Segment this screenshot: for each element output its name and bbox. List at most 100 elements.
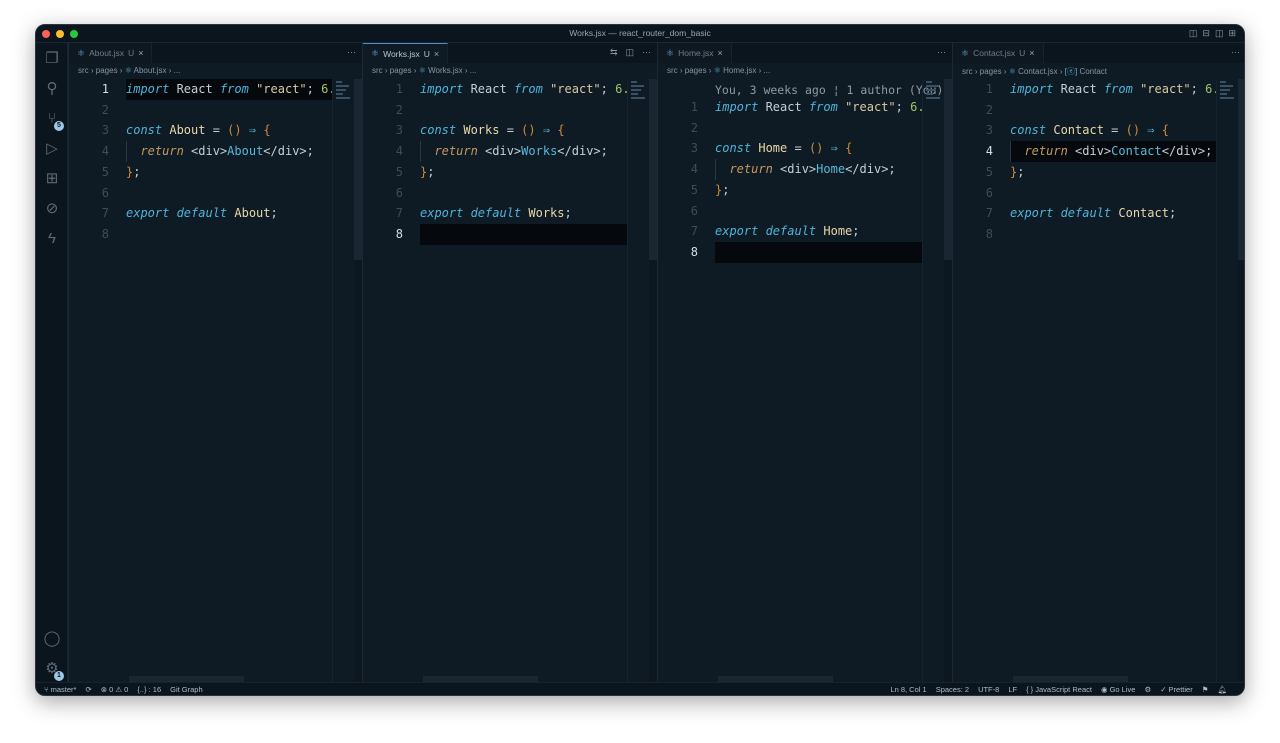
code-editor[interactable]: 1import React from "react"; 6.23const Ab… xyxy=(69,79,332,682)
close-tab-icon[interactable]: × xyxy=(434,49,439,59)
close-tab-icon[interactable]: × xyxy=(138,48,143,58)
tab-contact[interactable]: ⚛Contact.jsxU× xyxy=(953,43,1044,63)
vertical-scrollbar[interactable] xyxy=(354,79,362,682)
minimap[interactable] xyxy=(627,79,649,682)
line-number: 7 xyxy=(658,221,698,242)
more-actions-icon[interactable]: ··· xyxy=(1231,47,1240,57)
breadcrumb-item[interactable]: Contact xyxy=(1079,67,1107,76)
scrollbar-thumb[interactable] xyxy=(1238,79,1245,260)
open-changes-icon[interactable]: ⇆ xyxy=(610,47,618,58)
problems-indicator[interactable]: ⊗ 0 ⚠ 0 xyxy=(101,685,129,694)
branch-indicator[interactable]: ⑂ master* xyxy=(44,685,76,694)
close-tab-icon[interactable]: × xyxy=(1029,48,1034,58)
vertical-scrollbar[interactable] xyxy=(649,79,657,682)
end-of-line[interactable]: LF xyxy=(1008,685,1017,694)
breadcrumb-item[interactable]: src xyxy=(667,66,678,75)
scrollbar-thumb[interactable] xyxy=(944,79,952,260)
breadcrumb-item[interactable]: pages xyxy=(980,67,1002,76)
scrollbar-thumb[interactable] xyxy=(649,79,657,260)
breadcrumb-item[interactable]: ... xyxy=(470,66,477,75)
breadcrumb-item[interactable]: src xyxy=(372,66,383,75)
tab-about[interactable]: ⚛About.jsxU× xyxy=(69,43,152,63)
account-icon[interactable]: ◯ xyxy=(42,629,62,649)
breadcrumb-item[interactable]: ... xyxy=(764,66,771,75)
indentation[interactable]: Spaces: 2 xyxy=(936,685,969,694)
minimap[interactable] xyxy=(1216,79,1238,682)
line-number: 3 xyxy=(363,120,403,141)
cursor-position[interactable]: Ln 8, Col 1 xyxy=(890,685,926,694)
code-editor[interactable]: 1import React from "react"; 6.23const Co… xyxy=(953,79,1216,682)
toggle-secondary-sidebar-icon[interactable]: ◫ xyxy=(1215,28,1224,39)
code-line: 8 xyxy=(69,224,332,245)
tab-works[interactable]: ⚛Works.jsxU× xyxy=(363,43,448,63)
symbol-variable-icon: [ⓔ] xyxy=(1065,67,1080,76)
token: return xyxy=(140,144,183,158)
line-number: 5 xyxy=(658,180,698,201)
breadcrumb-item[interactable]: src xyxy=(962,67,973,76)
toggle-panel-icon[interactable]: ⊟ xyxy=(1202,28,1210,39)
notifications-bell-icon[interactable]: 🔔︎ xyxy=(1217,685,1227,694)
breadcrumb-item[interactable]: ... xyxy=(174,66,181,75)
more-actions-icon[interactable]: ··· xyxy=(347,47,356,57)
git-graph-button[interactable]: Git Graph xyxy=(170,685,203,694)
breadcrumb-item[interactable]: Contact.jsx xyxy=(1018,67,1058,76)
more-actions-icon[interactable]: ··· xyxy=(937,47,946,57)
split-editor-icon[interactable]: ◫ xyxy=(625,47,634,58)
breadcrumb-item[interactable]: Home.jsx xyxy=(723,66,756,75)
indent-guide xyxy=(715,159,716,180)
token: <div> xyxy=(1068,144,1111,158)
window-title: Works.jsx — react_router_dom_basic xyxy=(36,28,1244,38)
token: <div> xyxy=(184,144,227,158)
breadcrumb-item[interactable]: pages xyxy=(96,66,118,75)
prettier-button[interactable]: ✓ Prettier xyxy=(1160,685,1193,694)
breadcrumb-item[interactable]: pages xyxy=(685,66,707,75)
customize-layout-icon[interactable]: ⊞ xyxy=(1228,28,1236,39)
sync-button[interactable]: ⟳ xyxy=(85,685,91,694)
token: ; xyxy=(1191,82,1205,96)
extensions-icon[interactable]: ⊞ xyxy=(42,169,62,189)
encoding[interactable]: UTF-8 xyxy=(978,685,999,694)
breadcrumb-item[interactable]: About.jsx xyxy=(134,66,167,75)
minimap[interactable] xyxy=(922,79,944,682)
minimap[interactable] xyxy=(332,79,354,682)
more-actions-icon[interactable]: ··· xyxy=(642,47,651,58)
language-mode[interactable]: { } JavaScript React xyxy=(1026,685,1092,694)
line-number: 4 xyxy=(658,159,698,180)
vertical-scrollbar[interactable] xyxy=(1238,79,1245,682)
explorer-icon[interactable]: ❐ xyxy=(42,49,62,69)
breadcrumb-item[interactable]: Works.jsx xyxy=(428,66,463,75)
code-editor[interactable]: 1import React from "react"; 6.23const Wo… xyxy=(363,79,627,682)
code-editor[interactable]: You, 3 weeks ago ¦ 1 author (You)1import… xyxy=(658,79,922,682)
code-line: 4 return <div>Contact</div>; xyxy=(1010,141,1216,162)
token: { xyxy=(263,123,270,137)
toggle-sidebar-icon[interactable]: ◫ xyxy=(1189,28,1198,39)
tab-label: Contact.jsx xyxy=(973,48,1015,58)
breadcrumb-item[interactable]: src xyxy=(78,66,89,75)
thunder-client-icon[interactable]: ϟ xyxy=(42,229,62,249)
source-control-icon[interactable]: ⑂5 xyxy=(42,109,62,129)
tab-home[interactable]: ⚛Home.jsx× xyxy=(658,43,732,63)
line-number: 5 xyxy=(953,162,993,183)
vertical-scrollbar[interactable] xyxy=(944,79,952,682)
token: React xyxy=(1053,82,1104,96)
breadcrumb-item[interactable]: pages xyxy=(390,66,412,75)
token: export xyxy=(126,206,169,220)
extension-status-icon[interactable]: ⚙ xyxy=(1144,685,1151,694)
token: About xyxy=(162,123,205,137)
run-debug-icon[interactable]: ▷ xyxy=(42,139,62,159)
breadcrumb: src › pages › ⚛ Works.jsx › ... xyxy=(372,66,476,75)
code-line: 6 xyxy=(658,201,922,222)
scrollbar-thumb[interactable] xyxy=(354,79,362,260)
go-live-button[interactable]: ◉ Go Live xyxy=(1101,685,1136,694)
symbols-indicator[interactable]: {..} : 16 xyxy=(137,685,161,694)
token: 6. xyxy=(910,100,922,114)
feedback-icon[interactable]: ⚑ xyxy=(1202,685,1209,694)
search-icon[interactable]: ⚲ xyxy=(42,79,62,99)
close-tab-icon[interactable]: × xyxy=(718,48,723,58)
token: React xyxy=(463,82,514,96)
title-bar: Works.jsx — react_router_dom_basic ◫ ⊟ ◫… xyxy=(36,25,1244,43)
indent-guide xyxy=(420,141,421,162)
settings-gear-icon[interactable]: ⚙1 xyxy=(42,659,62,679)
git-graph-icon[interactable]: ⊘ xyxy=(42,199,62,219)
breadcrumb: src › pages › ⚛ About.jsx › ... xyxy=(78,66,180,75)
